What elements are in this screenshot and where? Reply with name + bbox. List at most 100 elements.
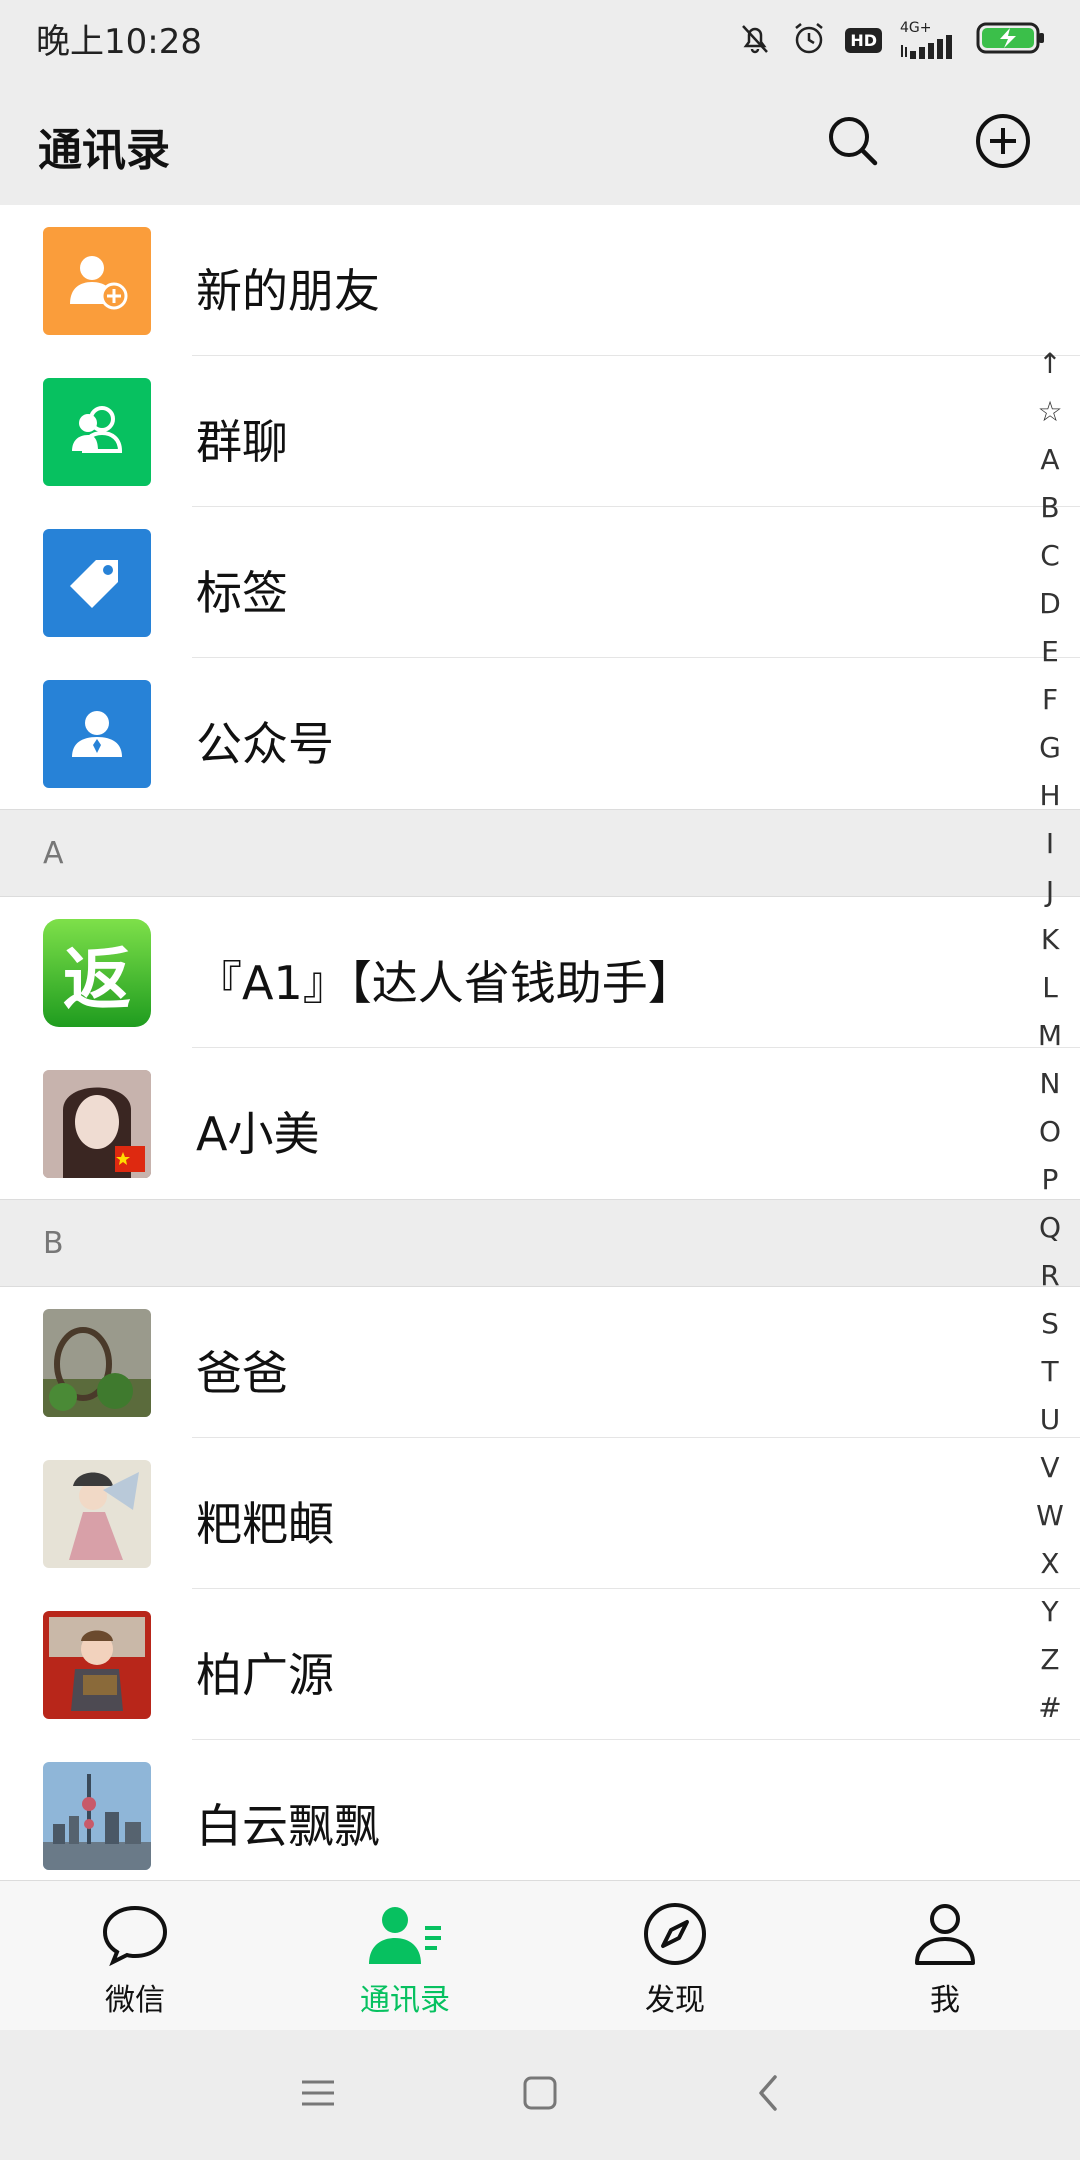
app-header: 通讯录	[0, 80, 1080, 205]
hd-icon: HD	[845, 27, 882, 53]
search-button[interactable]	[820, 110, 886, 176]
index-letter[interactable]: O	[1039, 1108, 1061, 1156]
tab-chats[interactable]: 微信	[0, 1881, 270, 2031]
system-nav-bar	[0, 2030, 1080, 2160]
search-icon	[825, 113, 881, 173]
index-letter[interactable]: Z	[1040, 1636, 1059, 1684]
section-header-a: A	[0, 809, 1080, 897]
list-item-label: 新的朋友	[196, 264, 380, 318]
back-button[interactable]	[738, 2065, 798, 2125]
index-letter[interactable]: Q	[1039, 1204, 1061, 1252]
index-letter[interactable]: B	[1040, 484, 1059, 532]
add-friend-icon	[43, 227, 151, 335]
contact-name: 粑粑頔	[196, 1497, 334, 1551]
home-button[interactable]	[510, 2065, 570, 2125]
index-letter[interactable]: U	[1040, 1396, 1061, 1444]
index-letter[interactable]: I	[1046, 820, 1054, 868]
back-icon	[753, 2073, 783, 2117]
index-letter[interactable]: X	[1040, 1540, 1059, 1588]
person-icon	[905, 1901, 985, 1967]
contact-name: 『A1』【达人省钱助手】	[196, 956, 694, 1010]
index-letter[interactable]: J	[1046, 868, 1054, 916]
tab-label: 通讯录	[360, 1983, 450, 2018]
list-item-group-chats[interactable]: 群聊	[0, 356, 1080, 507]
index-letter[interactable]: F	[1042, 676, 1058, 724]
group-chat-icon	[43, 378, 151, 486]
index-letter[interactable]: V	[1040, 1444, 1059, 1492]
menu-icon	[300, 2078, 336, 2112]
list-item-new-friends[interactable]: 新的朋友	[0, 205, 1080, 356]
index-letter[interactable]: Y	[1041, 1588, 1058, 1636]
index-letter[interactable]: K	[1041, 916, 1059, 964]
index-letter[interactable]: L	[1042, 964, 1058, 1012]
add-button[interactable]	[970, 110, 1036, 176]
alarm-icon	[791, 20, 827, 60]
list-item-label: 公众号	[196, 717, 334, 771]
tab-label: 我	[930, 1983, 960, 2018]
contact-name: 爸爸	[196, 1346, 288, 1400]
list-item-tags[interactable]: 标签	[0, 507, 1080, 658]
contact-row[interactable]: 白云飘飘	[0, 1740, 1080, 1880]
index-letter[interactable]: M	[1038, 1012, 1062, 1060]
contact-name: 白云飘飘	[196, 1799, 380, 1853]
section-header-b: B	[0, 1199, 1080, 1287]
index-letter[interactable]: R	[1040, 1252, 1059, 1300]
section-letter: B	[43, 1226, 64, 1261]
index-letter[interactable]: A	[1040, 436, 1059, 484]
tab-discover[interactable]: 发现	[540, 1881, 810, 2031]
contact-row[interactable]: 粑粑頔	[0, 1438, 1080, 1589]
index-letter[interactable]: C	[1040, 532, 1060, 580]
index-letter[interactable]: S	[1041, 1300, 1059, 1348]
page-title: 通讯录	[38, 125, 170, 176]
section-letter: A	[43, 836, 64, 871]
avatar	[43, 1460, 151, 1568]
home-square-icon	[522, 2075, 558, 2115]
index-letter[interactable]: ↑	[1038, 340, 1061, 388]
compass-icon	[635, 1901, 715, 1967]
status-icons: HD 4G+	[737, 16, 1046, 64]
index-letter[interactable]: W	[1036, 1492, 1064, 1540]
avatar	[43, 1611, 151, 1719]
list-item-label: 标签	[196, 566, 288, 620]
tag-icon	[43, 529, 151, 637]
index-letter[interactable]: G	[1039, 724, 1061, 772]
index-letter[interactable]: ☆	[1037, 388, 1062, 436]
alphabet-index[interactable]: ↑ ☆ A B C D E F G H I J K L M N O P Q R S T U V W X Y Z #	[1028, 340, 1072, 1732]
chat-bubble-icon	[95, 1901, 175, 1967]
index-letter[interactable]: T	[1041, 1348, 1058, 1396]
menu-button[interactable]	[288, 2065, 348, 2125]
index-letter[interactable]: D	[1039, 580, 1061, 628]
mute-bell-icon	[737, 20, 773, 60]
official-account-icon	[43, 680, 151, 788]
contact-list[interactable]: 新的朋友 群聊 标签 公众号 A 返 『A1』【达人省钱助手】 A小美 B 爸爸…	[0, 205, 1080, 1880]
list-item-official-accounts[interactable]: 公众号	[0, 658, 1080, 809]
avatar	[43, 1070, 151, 1178]
index-letter[interactable]: E	[1041, 628, 1059, 676]
tab-label: 微信	[105, 1983, 165, 2018]
tab-bar: 微信 通讯录 发现 我	[0, 1880, 1080, 2030]
avatar-text: 返	[62, 940, 131, 1020]
network-type: 4G+	[900, 20, 932, 36]
list-item-label: 群聊	[196, 415, 288, 469]
index-letter[interactable]: P	[1042, 1156, 1059, 1204]
contacts-icon	[365, 1901, 445, 1967]
status-time: 晚上10:28	[36, 22, 202, 62]
contact-row[interactable]: 柏广源	[0, 1589, 1080, 1740]
avatar: 返	[43, 919, 151, 1027]
index-letter[interactable]: H	[1039, 772, 1060, 820]
status-bar: 晚上10:28 HD 4G+	[0, 0, 1080, 80]
contact-row[interactable]: 爸爸	[0, 1287, 1080, 1438]
index-letter[interactable]: #	[1038, 1684, 1061, 1732]
contact-name: A小美	[196, 1107, 320, 1161]
tab-me[interactable]: 我	[810, 1881, 1080, 2031]
index-letter[interactable]: N	[1040, 1060, 1061, 1108]
add-circle-icon	[974, 112, 1032, 174]
signal-icon: 4G+	[900, 21, 958, 59]
contact-name: 柏广源	[196, 1648, 334, 1702]
battery-charging-icon	[976, 20, 1046, 60]
contact-row[interactable]: A小美	[0, 1048, 1080, 1199]
avatar	[43, 1309, 151, 1417]
tab-contacts[interactable]: 通讯录	[270, 1881, 540, 2031]
contact-row[interactable]: 返 『A1』【达人省钱助手】	[0, 897, 1080, 1048]
tab-label: 发现	[645, 1983, 705, 2018]
